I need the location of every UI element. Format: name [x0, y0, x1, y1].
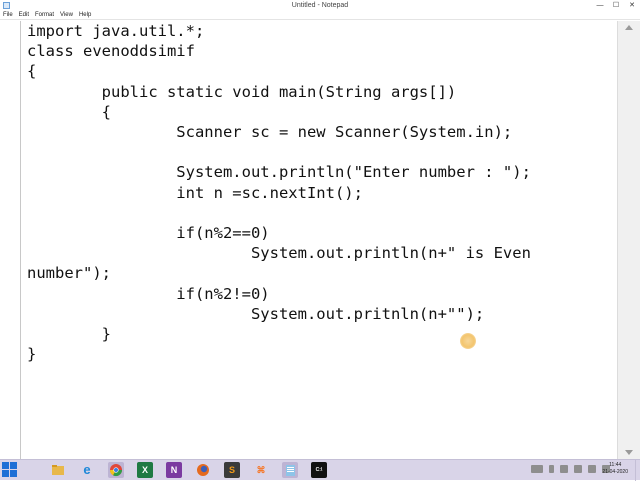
keyboard-icon[interactable] — [531, 465, 543, 473]
xampp-icon[interactable]: ⌘ — [253, 462, 269, 478]
minimize-button[interactable]: — — [592, 0, 608, 11]
chrome-icon[interactable] — [108, 462, 124, 478]
text-editor[interactable]: import java.util.*; class evenoddsimif {… — [20, 21, 616, 459]
window-title: Untitled - Notepad — [291, 2, 349, 9]
command-prompt-icon[interactable]: C:\ — [311, 462, 327, 478]
clock-time: 11:44 — [609, 462, 622, 468]
menu-edit[interactable]: Edit — [19, 11, 29, 20]
title-bar[interactable]: Untitled - Notepad — ☐ ✕ — [0, 0, 640, 11]
cursor-highlight — [460, 333, 476, 349]
internet-explorer-icon[interactable]: e — [79, 462, 95, 478]
speaker-icon[interactable] — [574, 465, 582, 473]
menu-file[interactable]: File — [3, 11, 13, 20]
scroll-down-icon[interactable] — [625, 450, 633, 455]
clock-date: 21-04-2020 — [602, 469, 628, 475]
battery-icon[interactable] — [560, 465, 568, 473]
system-tray — [531, 465, 610, 473]
menu-format[interactable]: Format — [35, 11, 54, 20]
maximize-button[interactable]: ☐ — [608, 0, 624, 11]
notepad-taskbar-icon[interactable] — [282, 462, 298, 478]
clock[interactable]: 11:44 21-04-2020 — [602, 462, 628, 476]
show-desktop-button[interactable] — [635, 460, 640, 481]
menu-view[interactable]: View — [60, 11, 73, 20]
close-button[interactable]: ✕ — [624, 0, 640, 11]
excel-icon[interactable]: X — [137, 462, 153, 478]
window-controls: — ☐ ✕ — [592, 0, 640, 11]
taskbar: e X N S ⌘ C:\ 11:44 21-04-2020 — [0, 459, 640, 481]
sublime-text-icon[interactable]: S — [224, 462, 240, 478]
vertical-scrollbar[interactable] — [617, 21, 640, 459]
scroll-up-icon[interactable] — [625, 25, 633, 30]
menu-bar: File Edit Format View Help — [0, 11, 640, 20]
network-icon[interactable] — [588, 465, 596, 473]
windows-start-icon[interactable] — [2, 462, 18, 478]
file-explorer-icon[interactable] — [50, 462, 66, 478]
chevron-up-icon[interactable] — [549, 465, 554, 473]
firefox-icon[interactable] — [195, 462, 211, 478]
onenote-icon[interactable]: N — [166, 462, 182, 478]
menu-help[interactable]: Help — [79, 11, 91, 20]
editor-text[interactable]: import java.util.*; class evenoddsimif {… — [27, 21, 531, 364]
